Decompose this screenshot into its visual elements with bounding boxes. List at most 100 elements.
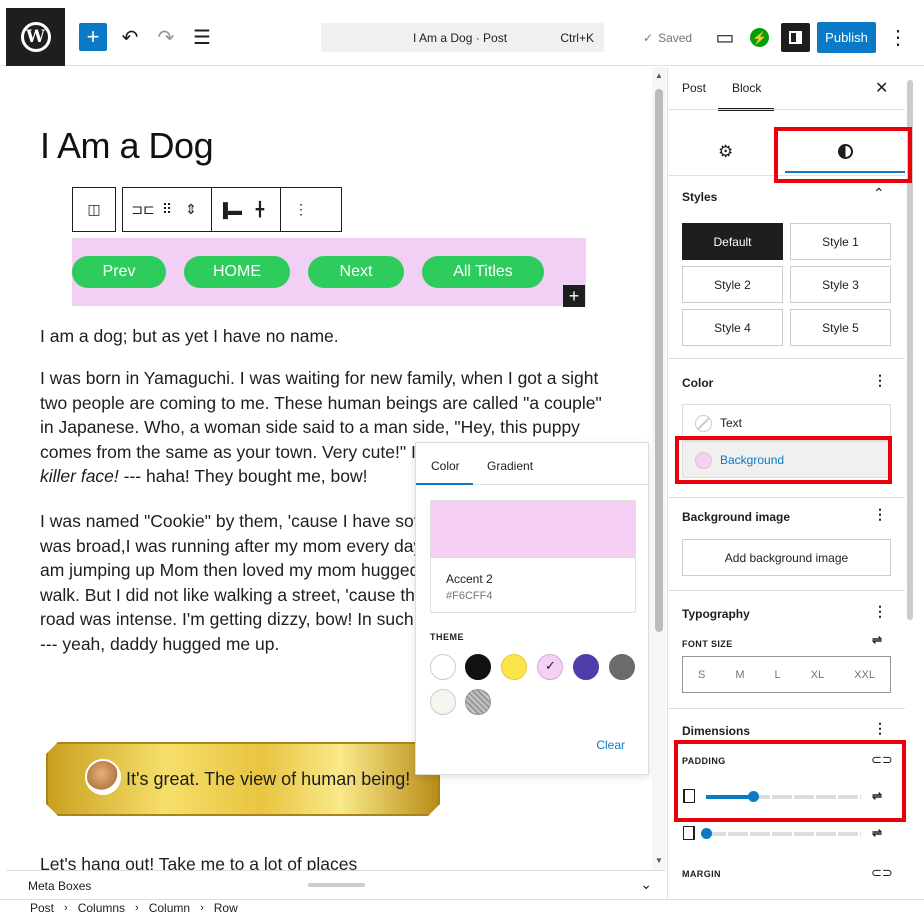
- theme-color-cream[interactable]: [430, 689, 456, 715]
- theme-color-yellow[interactable]: [501, 654, 527, 680]
- color-options-icon[interactable]: ⋮: [873, 372, 887, 389]
- margin-label: MARGIN: [682, 869, 721, 879]
- theme-color-gray[interactable]: [609, 654, 635, 680]
- settings-toggle-button[interactable]: [781, 23, 810, 52]
- sidebar-scrollbar[interactable]: [905, 70, 915, 890]
- block-controls-group: ⊐⊏ ⠿ ⇕ ▐▬ ╋ ⋮: [122, 187, 342, 232]
- highlight-background-item: [675, 436, 892, 484]
- padding-horizontal-slider[interactable]: [701, 828, 861, 839]
- tab-block[interactable]: Block: [732, 81, 761, 95]
- clear-color-link[interactable]: Clear: [596, 738, 625, 752]
- block-type-button[interactable]: ◫: [72, 187, 116, 232]
- italic-text: killer face!: [40, 466, 119, 486]
- theme-color-black[interactable]: [465, 654, 491, 680]
- saved-status: ✓ Saved: [643, 31, 692, 45]
- paragraph-last[interactable]: Let's hang out! Take me to a lot of plac…: [40, 854, 357, 870]
- tab-gradient[interactable]: Gradient: [487, 459, 533, 473]
- paragraph-intro[interactable]: I am a dog; but as yet I have no name.: [40, 324, 615, 349]
- speech-banner[interactable]: It's great. The view of human being!: [46, 742, 440, 816]
- add-block-button[interactable]: +: [79, 23, 107, 51]
- move-up-down-icon[interactable]: ⇕: [179, 201, 203, 218]
- paragraph-line: two people are coming to me. These human…: [40, 392, 602, 413]
- breadcrumb-row[interactable]: Row: [214, 901, 238, 915]
- dog-avatar: [85, 759, 121, 795]
- font-size-xxl[interactable]: XXL: [854, 669, 875, 681]
- command-shortcut: Ctrl+K: [560, 31, 594, 45]
- breadcrumb-columns[interactable]: Columns: [78, 901, 125, 915]
- wordpress-logo-icon[interactable]: W: [6, 8, 65, 66]
- color-picker-popover: Color Gradient Accent 2 #F6CFF4 THEME Cl…: [415, 442, 649, 775]
- style-3[interactable]: Style 3: [790, 266, 891, 303]
- publish-button[interactable]: Publish: [817, 22, 876, 53]
- gear-icon[interactable]: ⚙: [718, 142, 733, 162]
- navigation-row-block[interactable]: Prev HOME Next All Titles: [72, 238, 586, 306]
- paragraph-line: in Japanese. Who, a woman side said to a…: [40, 417, 580, 437]
- saved-label: Saved: [658, 31, 693, 45]
- font-size-custom-icon[interactable]: ⇌: [872, 633, 882, 647]
- home-button[interactable]: HOME: [184, 256, 290, 288]
- next-button[interactable]: Next: [308, 256, 404, 288]
- font-size-xl[interactable]: XL: [811, 669, 824, 681]
- color-hex: #F6CFF4: [446, 590, 493, 602]
- style-4[interactable]: Style 4: [682, 309, 783, 346]
- canvas-scrollbar[interactable]: ▲ ▼: [652, 67, 666, 870]
- close-icon[interactable]: ✕: [875, 78, 888, 98]
- background-image-heading: Background image: [682, 510, 791, 524]
- undo-icon[interactable]: ↶: [116, 23, 144, 51]
- paragraph-line: --- haha! They bought me, bow!: [123, 466, 368, 486]
- command-palette-bar[interactable]: I Am a Dog · Post Ctrl+K: [321, 23, 604, 52]
- theme-color-pattern[interactable]: [465, 689, 491, 715]
- breadcrumb: Post › Columns › Column › Row: [0, 899, 924, 915]
- theme-color-white[interactable]: [430, 654, 456, 680]
- transform-icon[interactable]: ⊐⊏: [131, 201, 155, 218]
- bg-image-options-icon[interactable]: ⋮: [873, 506, 887, 523]
- preview-icon[interactable]: ▭: [711, 23, 739, 51]
- color-heading: Color: [682, 376, 714, 390]
- all-titles-button[interactable]: All Titles: [422, 256, 544, 288]
- post-title[interactable]: I Am a Dog: [40, 125, 214, 167]
- drag-handle-icon[interactable]: ⠿: [155, 201, 179, 218]
- empty-color-icon: [695, 415, 712, 432]
- style-5[interactable]: Style 5: [790, 309, 891, 346]
- font-size-m[interactable]: M: [735, 669, 744, 681]
- inline-add-block-icon[interactable]: +: [563, 285, 585, 307]
- typography-options-icon[interactable]: ⋮: [873, 603, 887, 620]
- breadcrumb-post[interactable]: Post: [30, 901, 54, 915]
- text-color-label: Text: [720, 415, 743, 430]
- font-size-picker: S M L XL XXL: [682, 656, 891, 693]
- paragraph-line: I was born in Yamaguchi. I was waiting f…: [40, 368, 599, 388]
- vertical-align-icon[interactable]: ╋: [248, 201, 272, 218]
- tab-post[interactable]: Post: [682, 81, 706, 95]
- margin-link-sides-icon[interactable]: ⊂⊃: [871, 865, 893, 881]
- block-toolbar: ◫ ⊐⊏ ⠿ ⇕ ▐▬ ╋ ⋮: [72, 187, 342, 232]
- redo-icon[interactable]: ↷: [152, 23, 180, 51]
- tab-color[interactable]: Color: [431, 459, 460, 473]
- style-default[interactable]: Default: [682, 223, 783, 260]
- row-block-icon: ◫: [87, 201, 101, 217]
- highlight-styles-tab: [774, 127, 912, 183]
- theme-color-accent-2[interactable]: [537, 654, 563, 680]
- resize-handle[interactable]: [308, 883, 365, 887]
- breadcrumb-column[interactable]: Column: [149, 901, 190, 915]
- chevron-down-icon[interactable]: ⌄: [640, 876, 652, 893]
- font-size-l[interactable]: L: [775, 669, 781, 681]
- meta-boxes-panel[interactable]: Meta Boxes ⌄: [6, 870, 666, 899]
- padding-horizontal-custom-icon[interactable]: ⇌: [872, 826, 882, 840]
- more-options-icon[interactable]: ⋮: [884, 23, 912, 51]
- font-size-s[interactable]: S: [698, 669, 705, 681]
- document-overview-icon[interactable]: ☰: [188, 23, 216, 51]
- style-2[interactable]: Style 2: [682, 266, 783, 303]
- font-size-label: FONT SIZE: [682, 639, 733, 649]
- block-options-icon[interactable]: ⋮: [289, 201, 313, 218]
- dimensions-options-icon[interactable]: ⋮: [873, 720, 887, 737]
- current-color-swatch[interactable]: Accent 2 #F6CFF4: [430, 500, 636, 613]
- prev-button[interactable]: Prev: [72, 256, 166, 288]
- meta-boxes-label: Meta Boxes: [28, 879, 92, 893]
- check-icon: ✓: [643, 31, 654, 45]
- add-background-image-button[interactable]: Add background image: [682, 539, 891, 576]
- jetpack-icon[interactable]: ⚡: [750, 28, 769, 47]
- chevron-up-icon[interactable]: ⌃: [873, 185, 885, 202]
- justify-left-icon[interactable]: ▐▬: [218, 202, 242, 218]
- theme-color-purple[interactable]: [573, 654, 599, 680]
- style-1[interactable]: Style 1: [790, 223, 891, 260]
